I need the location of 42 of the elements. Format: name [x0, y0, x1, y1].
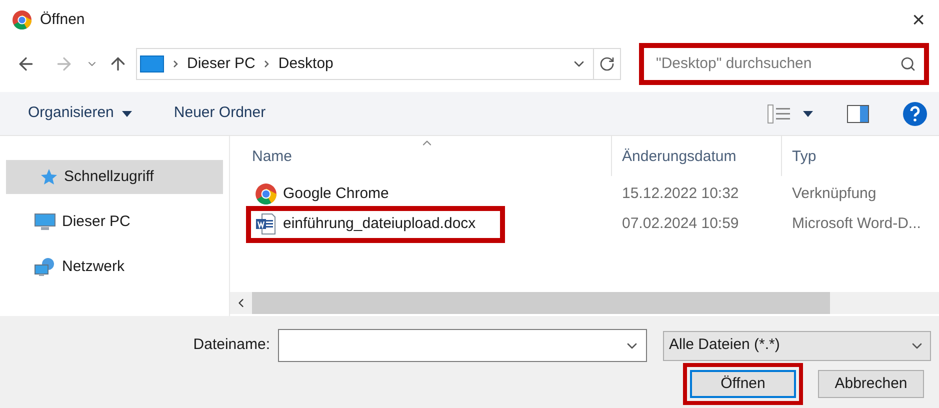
breadcrumb-item[interactable]: Desktop — [278, 52, 334, 76]
close-button[interactable]: × — [910, 9, 927, 31]
caret-icon[interactable] — [803, 110, 813, 116]
toolbar-button[interactable]: Neuer Ordner — [174, 102, 266, 125]
file-name: einführung_dateiupload.docx — [283, 214, 476, 234]
breadcrumb-item[interactable]: Dieser PC — [187, 52, 256, 76]
address-bar[interactable]: Dieser PC Desktop — [136, 48, 621, 80]
column-header[interactable]: Name — [230, 136, 612, 176]
preview-pane-icon[interactable] — [847, 104, 869, 122]
filename-field[interactable] — [278, 329, 647, 362]
caret-icon — [122, 110, 132, 116]
monitor-icon — [34, 213, 56, 231]
file-type: Verknüpfung — [791, 184, 876, 204]
sidebar-item[interactable]: Dieser PC — [6, 205, 223, 239]
chrome-shortcut-icon — [255, 183, 277, 206]
horizontal-scrollbar[interactable] — [230, 292, 939, 314]
sidebar-item[interactable]: Schnellzugriff — [6, 160, 223, 194]
modified-date: 07.02.2024 10:59 — [621, 214, 740, 234]
filename-label: Dateiname: — [193, 335, 270, 356]
file-row[interactable]: Google Chrome 15.12.2022 10:32 Verknüpfung — [230, 180, 939, 209]
file-type-select[interactable]: Alle Dateien (*.*) — [663, 330, 931, 360]
file-name: Google Chrome — [283, 184, 389, 204]
chrome-icon — [12, 10, 32, 30]
word-document-icon — [255, 213, 277, 236]
monitor-icon — [140, 55, 164, 73]
modified-date: 15.12.2022 10:32 — [621, 184, 740, 204]
help-icon[interactable] — [903, 102, 927, 126]
file-type: Microsoft Word-D... — [791, 214, 921, 234]
scrollbar-thumb[interactable] — [252, 292, 830, 314]
search-icon — [900, 56, 916, 72]
column-header[interactable]: Änderungsdatum — [612, 136, 782, 176]
toolbar-button[interactable]: Organisieren — [28, 102, 132, 125]
column-header[interactable]: Typ — [782, 136, 939, 176]
breadcrumb-separator-icon — [264, 60, 270, 68]
network-icon — [34, 257, 56, 277]
dialog-button[interactable]: Abbrechen — [818, 370, 924, 398]
refresh-icon[interactable] — [599, 56, 615, 72]
details-view-icon[interactable] — [767, 104, 791, 124]
dialog-button[interactable]: Öffnen — [690, 370, 796, 398]
window-title: Öffnen — [40, 10, 85, 30]
breadcrumb-separator-icon — [173, 60, 178, 68]
sidebar-item[interactable]: Netzwerk — [6, 250, 223, 284]
